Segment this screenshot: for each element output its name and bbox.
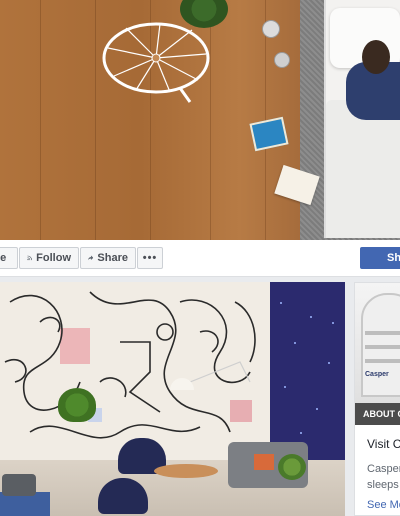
primary-action-label: Sh (387, 252, 400, 264)
books (249, 116, 289, 152)
wall-light (284, 386, 286, 388)
share-arrow-icon (88, 255, 94, 261)
ellipsis-icon: ••• (142, 252, 158, 264)
share-button[interactable]: Share (80, 247, 136, 269)
page-action-bar: ke Follow Share ••• Sh (0, 240, 400, 277)
wall-light (300, 432, 302, 434)
featured-photo[interactable] (0, 282, 345, 516)
see-more-link[interactable]: See Mo (367, 499, 400, 511)
wall-light (294, 342, 296, 344)
floor-plank (95, 0, 96, 240)
share-label: Share (97, 252, 128, 264)
sleeping-person-head (362, 40, 390, 74)
rss-icon (27, 255, 32, 261)
card-description: Casper sleeps (367, 461, 400, 493)
primary-action-button[interactable]: Sh (360, 247, 400, 269)
wire-chair (102, 22, 210, 103)
plant (278, 454, 306, 480)
wall-light (280, 302, 282, 304)
wall-light (316, 408, 318, 410)
follow-label: Follow (36, 252, 71, 264)
more-options-button[interactable]: ••• (137, 247, 163, 269)
card-description-line: sleeps (367, 479, 399, 491)
cover-photo[interactable] (0, 0, 400, 240)
pouf (2, 474, 36, 496)
floor-plank (40, 0, 41, 240)
coffee-table (154, 464, 218, 478)
like-label: ke (0, 252, 7, 264)
card-title[interactable]: Visit C (367, 437, 400, 451)
shelf (365, 345, 400, 349)
wall-light (328, 362, 330, 364)
plant (58, 388, 96, 422)
card-badge: ABOUT C (355, 403, 400, 425)
cushion (254, 454, 274, 470)
shelf (365, 359, 400, 363)
follow-button[interactable]: Follow (19, 247, 79, 269)
lamp (262, 20, 280, 38)
wall-light (310, 316, 312, 318)
shelf (365, 331, 400, 335)
store-card[interactable]: Casper ABOUT C Visit C Casper sleeps See… (354, 282, 400, 516)
brand-logo: Casper (365, 371, 389, 378)
like-button[interactable]: ke (0, 247, 18, 269)
wall-light (332, 322, 334, 324)
card-description-line: Casper (367, 463, 400, 475)
blanket (326, 100, 400, 238)
lamp (274, 52, 290, 68)
